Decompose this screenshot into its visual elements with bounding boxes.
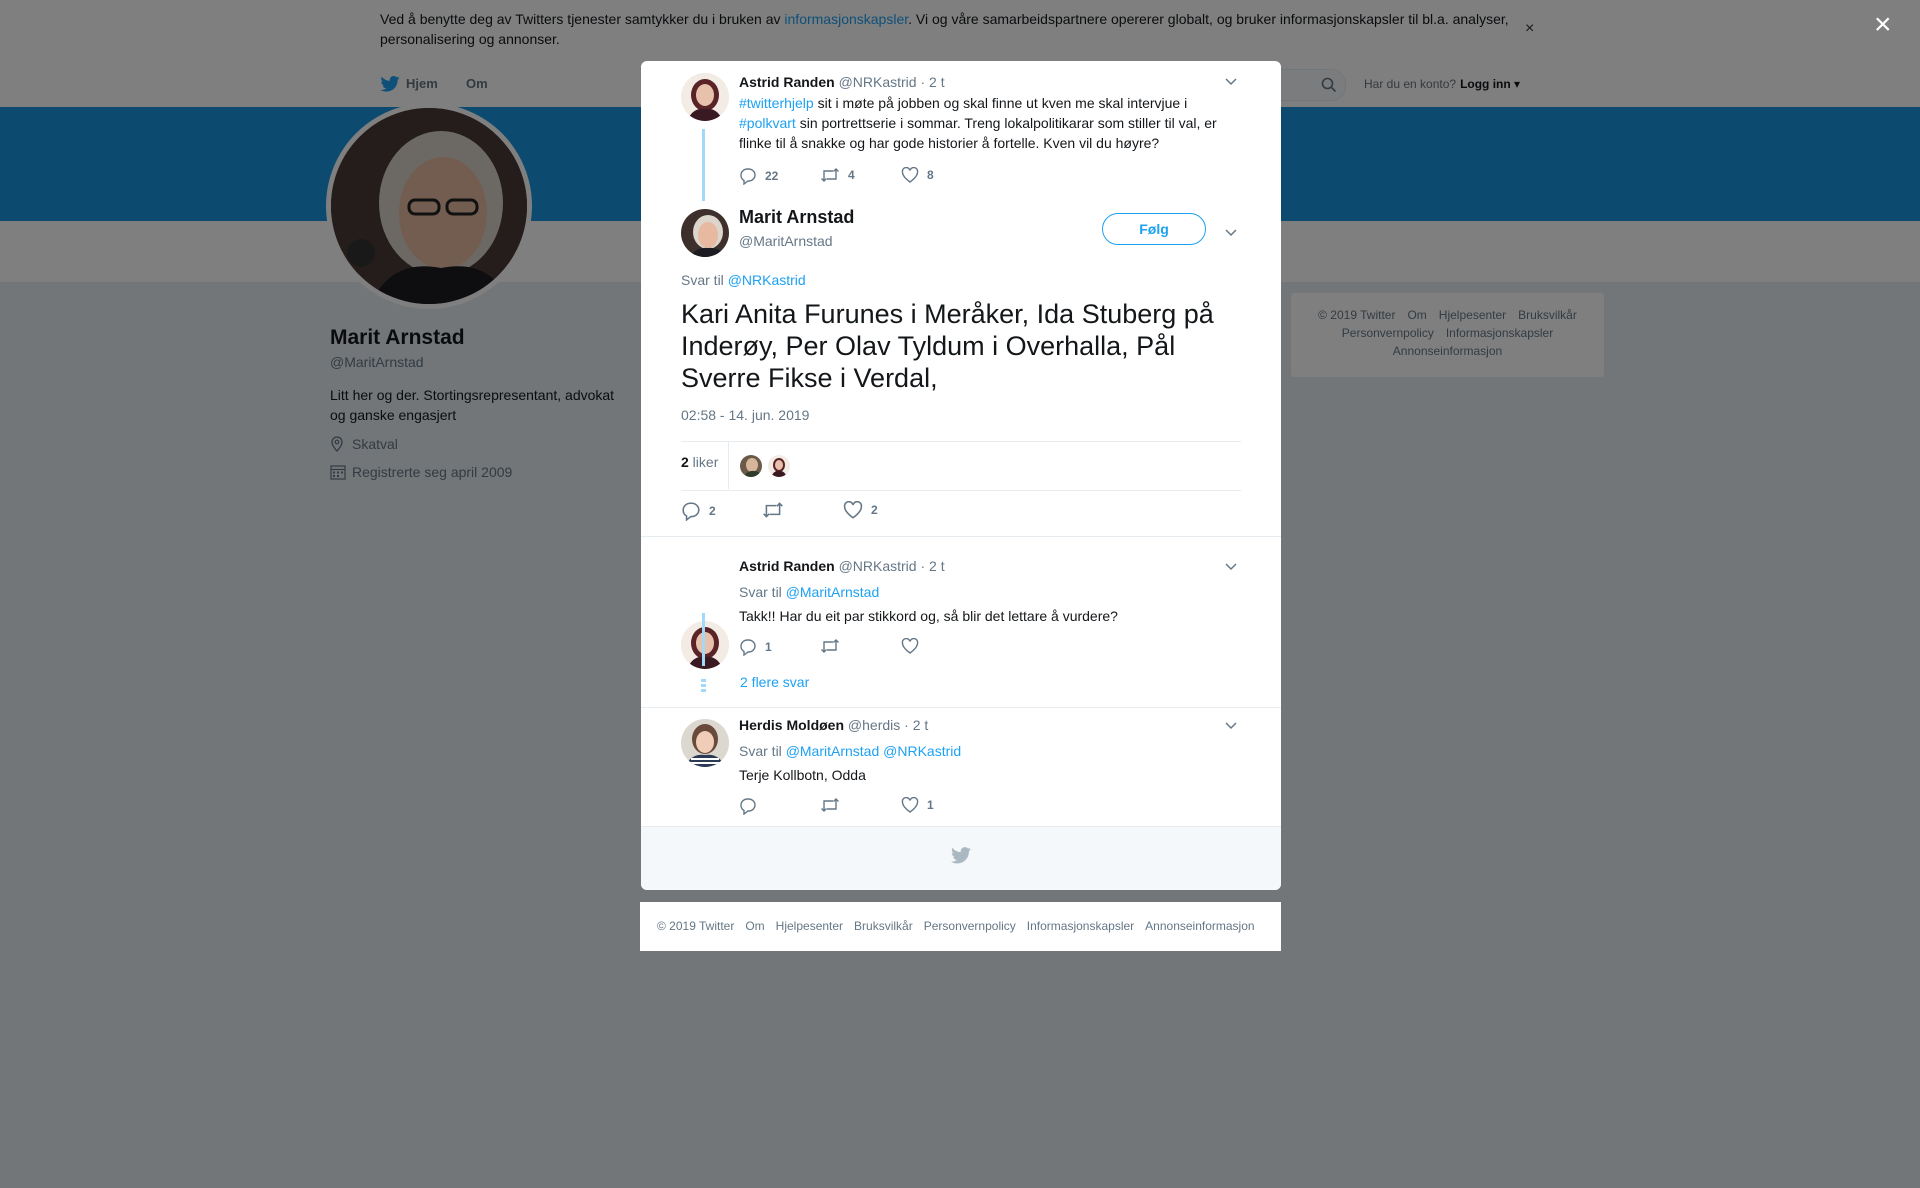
mention-link[interactable]: @NRKastrid [728,272,806,288]
retweet-icon [821,798,839,812]
liker-avatar[interactable] [740,455,762,477]
liker-avatar[interactable] [768,455,790,477]
tweet-header: Herdis Moldøen @herdis · 2 t [739,717,928,733]
heart-icon [843,501,863,519]
hashtag-link[interactable]: #polkvart [739,115,796,131]
retweet-button[interactable]: 4 [820,167,855,183]
reply-icon [740,168,756,185]
like-button[interactable]: 8 [901,167,934,183]
tweet-author-name[interactable]: Herdis Moldøen [739,717,844,733]
likes-row: 2 liker [681,441,1241,491]
tweet-header: Astrid Randen @NRKastrid · 2 t [739,558,945,574]
tweet-author-handle[interactable]: @herdis [848,717,900,733]
thread-dots [701,679,706,693]
footer-link-privacy[interactable]: Personvernpolicy [924,919,1016,933]
tweet-author-name[interactable]: Astrid Randen [739,74,835,90]
tweet-time[interactable]: · 2 t [904,717,928,733]
modal-footer [641,826,1281,890]
thread-line [702,613,705,666]
reply-button[interactable]: 22 [739,167,778,185]
tweet-author-name[interactable]: Marit Arnstad [739,207,854,228]
heart-icon [901,167,919,183]
main-tweet-text: Kari Anita Furunes i Meråker, Ida Stuber… [681,299,1214,393]
reply-context: Svar til @MaritArnstad [739,584,880,600]
like-button[interactable] [901,638,927,654]
retweet-button[interactable] [762,501,792,519]
retweet-icon [763,502,783,518]
reply-button[interactable]: 2 [681,501,716,521]
tweet-author-handle[interactable]: @MaritArnstad [739,233,833,249]
tweet-modal: Astrid Randen @NRKastrid · 2 t #twitterh… [641,61,1281,890]
divider [728,442,729,489]
follow-button[interactable]: Følg [1102,213,1206,245]
footer-link-help[interactable]: Hjelpesenter [776,919,843,933]
chevron-down-icon[interactable] [1225,560,1237,574]
footer-copyright: © 2019 Twitter [657,919,735,933]
likes-count[interactable]: 2 liker [681,454,718,470]
avatar[interactable] [681,73,729,121]
hashtag-link[interactable]: #twitterhjelp [739,95,814,111]
tweet-time[interactable]: · 2 t [920,558,944,574]
tweet-timestamp[interactable]: 02:58 - 14. jun. 2019 [681,407,809,423]
tweet-header: Astrid Randen @NRKastrid · 2 t [739,74,945,90]
tweet-text: #twitterhjelp sit i møte på jobben og sk… [739,95,1217,151]
reply-icon [740,798,756,815]
avatar[interactable] [681,719,729,767]
parent-tweet[interactable]: Astrid Randen @NRKastrid · 2 t #twitterh… [641,61,1281,206]
reply-icon [682,502,700,521]
twitter-bird-icon [951,847,971,864]
reply-button[interactable] [739,797,765,815]
tweet-text: Terje Kollbotn, Odda [739,767,866,783]
close-icon[interactable]: × [1874,10,1892,40]
reply-tweet[interactable] [641,537,1281,767]
mention-link[interactable]: @NRKastrid [883,743,961,759]
reply-context: Svar til @NRKastrid [681,272,806,288]
reply-context: Svar til @MaritArnstad @NRKastrid [739,743,962,759]
chevron-down-icon[interactable] [1225,75,1237,89]
retweet-icon [821,168,839,182]
avatar[interactable] [681,621,729,669]
thread-line [702,129,705,201]
modal-bottom-footer: © 2019 Twitter Om Hjelpesenter Bruksvilkår P… [640,902,1281,951]
reply-button[interactable]: 1 [739,638,772,656]
mention-link[interactable]: @MaritArnstad [786,584,880,600]
heart-icon [901,797,919,813]
footer-link-cookies[interactable]: Informasjonskapsler [1027,919,1134,933]
heart-icon [901,638,919,654]
retweet-button[interactable] [820,797,848,813]
tweet-author-name[interactable]: Astrid Randen [739,558,835,574]
tweet-author-handle[interactable]: @NRKastrid [839,74,917,90]
footer-link-ads[interactable]: Annonseinformasjon [1145,919,1254,933]
tweet-author-handle[interactable]: @NRKastrid [839,558,917,574]
footer-link-about[interactable]: Om [745,919,764,933]
more-replies-link[interactable]: 2 flere svar [740,674,809,690]
like-button[interactable]: 2 [843,501,878,519]
tweet-text: Takk!! Har du eit par stikkord og, så bl… [739,608,1118,624]
like-button[interactable]: 1 [901,797,934,813]
avatar[interactable] [681,209,729,257]
tweet-time[interactable]: · 2 t [920,74,944,90]
divider [641,707,1281,708]
footer-link-terms[interactable]: Bruksvilkår [854,919,913,933]
retweet-icon [821,639,839,653]
mention-link[interactable]: @MaritArnstad [786,743,880,759]
reply-icon [740,639,756,656]
chevron-down-icon[interactable] [1225,719,1237,733]
chevron-down-icon[interactable] [1225,226,1237,240]
retweet-button[interactable] [820,638,848,654]
